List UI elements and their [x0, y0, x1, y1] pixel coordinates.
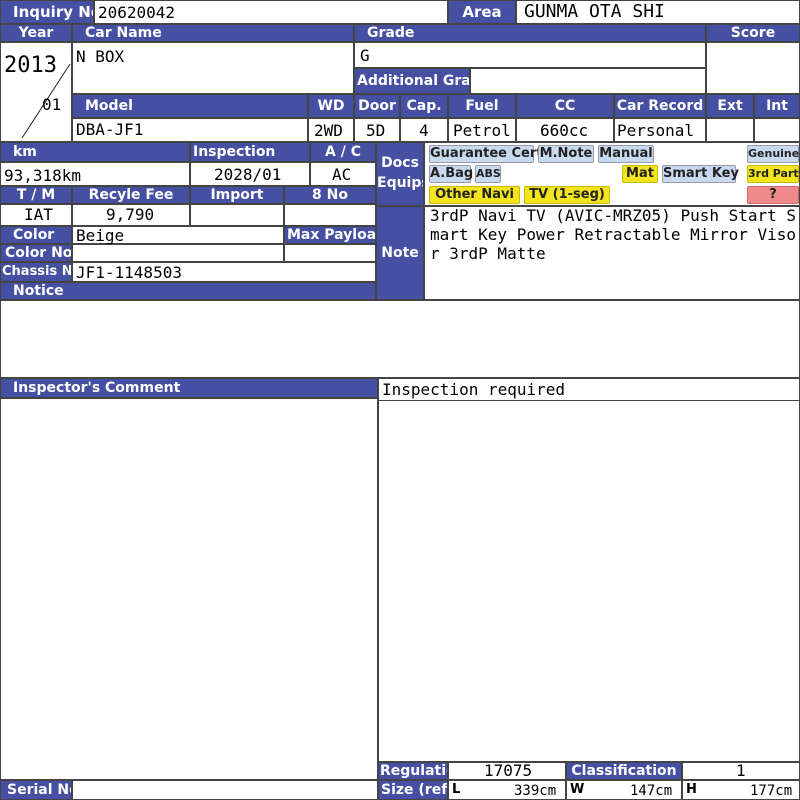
ext-cell	[706, 118, 754, 142]
tm-label: T / M	[0, 186, 72, 204]
size-l-label: L	[452, 782, 461, 797]
size-w-value: 147cm	[630, 783, 673, 799]
recycle-fee-value: 9,790	[106, 205, 155, 224]
note-line-3: r 3rdP Matte	[430, 244, 546, 263]
tag-a-bag: A.Bag	[429, 165, 474, 183]
wd-label: WD	[308, 94, 354, 118]
km-value: 93,318km	[4, 166, 82, 185]
inspector-comment-label: Inspector's Comment	[0, 378, 378, 398]
wd-value: 2WD	[314, 121, 343, 140]
classification-label: Classification	[566, 762, 682, 780]
inquiry-no-value: 20620042	[98, 3, 176, 22]
year-month-value: 01	[42, 95, 62, 114]
ext-label: Ext	[706, 94, 754, 118]
tag-smart-key: Smart Key	[662, 165, 739, 183]
recycle-fee-label: Recyle Fee	[72, 186, 190, 204]
ac-value: AC	[332, 165, 352, 184]
regulation-value: 17075	[484, 761, 533, 780]
tag-tv-1seg: TV (1-seg)	[524, 186, 610, 204]
inspection-value: 2028/01	[214, 165, 282, 184]
tag-unknown: ?	[747, 186, 799, 204]
color-no-cell	[72, 244, 284, 262]
notice-area	[0, 300, 800, 378]
note-label: Note	[376, 206, 424, 300]
cap-label: Cap.	[400, 94, 448, 118]
score-cell	[706, 42, 800, 94]
grade-value: G	[360, 46, 370, 65]
max-payload-cell	[284, 244, 376, 262]
note-line-2: mart Key Power Retractable Mirror Viso	[430, 225, 797, 244]
serial-no-label: Serial No	[0, 780, 72, 800]
size-h-label: H	[686, 782, 697, 797]
chassis-no-label: Chassis No	[0, 262, 72, 282]
inspector-comment-right-area	[378, 378, 800, 762]
km-label: km	[0, 142, 190, 162]
fuel-value: Petrol	[453, 121, 511, 140]
tag-m-note: M.Note	[538, 145, 594, 163]
eight-no-label: 8 No	[284, 186, 376, 204]
regulation-label: Regulation	[378, 762, 448, 780]
model-value: DBA-JF1	[76, 120, 144, 139]
door-value: 5D	[366, 121, 386, 140]
tag-other-navi: Other Navi	[429, 186, 520, 204]
docs-label: Docs	[381, 155, 419, 171]
max-payload-label: Max Payload	[284, 226, 376, 244]
inspector-comment-divider	[378, 400, 800, 401]
import-label: Import	[190, 186, 284, 204]
tag-guarantee-cert: Guarantee Cert	[429, 145, 543, 163]
door-label: Door	[354, 94, 400, 118]
size-l-value: 339cm	[514, 783, 557, 799]
inquiry-no-label: Inquiry No	[0, 0, 94, 24]
classification-value: 1	[736, 761, 746, 780]
note-line-1: 3rdP Navi TV (AVIC-MRZ05) Push Start S	[430, 206, 797, 225]
area-label: Area	[448, 0, 516, 24]
equips-label: Equips	[377, 175, 423, 191]
grade-cell	[354, 42, 706, 68]
car-name-value: N BOX	[76, 47, 125, 66]
serial-no-cell	[72, 780, 378, 800]
tag-mat: Mat	[622, 165, 658, 183]
additional-grade-cell	[470, 68, 706, 94]
chassis-no-value: JF1-1148503	[76, 263, 182, 282]
color-no-label: Color No	[0, 244, 72, 262]
notice-label: Notice	[0, 282, 376, 300]
eight-no-cell	[284, 204, 376, 226]
tag-genuine: Genuine	[747, 145, 799, 163]
additional-grade-label: Additional Grade	[354, 68, 470, 94]
area-value: GUNMA OTA SHI	[524, 1, 665, 22]
inspector-comment-value: Inspection required	[382, 380, 566, 399]
score-label: Score	[706, 24, 800, 42]
car-record-label: Car Record	[614, 94, 706, 118]
color-label: Color	[0, 226, 72, 244]
grade-label: Grade	[354, 24, 706, 42]
inspector-comment-left-area	[0, 398, 378, 780]
tag-manual: Manual	[598, 145, 654, 163]
year-value: 2013	[4, 53, 57, 78]
size-ref-label: Size (ref)	[378, 780, 448, 800]
size-w-label: W	[570, 782, 585, 797]
inspection-label: Inspection	[190, 142, 310, 162]
car-name-label: Car Name	[72, 24, 354, 42]
cap-value: 4	[419, 121, 429, 140]
int-label: Int	[754, 94, 800, 118]
cc-value: 660cc	[540, 121, 589, 140]
cc-label: CC	[516, 94, 614, 118]
color-value: Beige	[76, 226, 125, 245]
ac-label: A / C	[310, 142, 376, 162]
year-label: Year	[0, 24, 72, 42]
size-h-value: 177cm	[750, 783, 793, 799]
tm-value: IAT	[24, 205, 53, 224]
car-record-value: Personal	[617, 121, 695, 140]
fuel-label: Fuel	[448, 94, 516, 118]
int-cell	[754, 118, 800, 142]
import-cell	[190, 204, 284, 226]
tag-abs: ABS	[475, 165, 501, 183]
model-label: Model	[72, 94, 308, 118]
docs-equips-label: Docs Equips	[376, 142, 424, 206]
tag-third-party: 3rd Party	[747, 165, 800, 183]
